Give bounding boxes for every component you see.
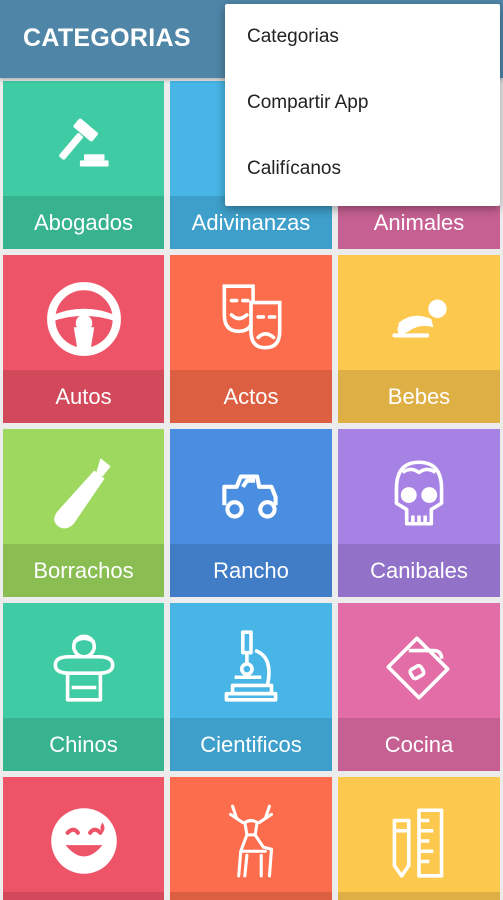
- tile-label: Cocina: [384, 731, 454, 757]
- tile-laugh[interactable]: [3, 777, 164, 900]
- tile-label: Abogados: [33, 209, 134, 235]
- skull-brain-icon: [394, 460, 444, 526]
- steering-wheel-icon: [46, 282, 121, 356]
- tile-borrachos[interactable]: Borrachos: [3, 429, 164, 597]
- tile-canibales[interactable]: Canibales: [338, 429, 500, 597]
- tile-label: Adivinanzas: [191, 209, 311, 235]
- menu-item-categorias[interactable]: Categorias: [225, 4, 500, 70]
- pencil-ruler-icon: [392, 808, 444, 878]
- bottle-icon: [53, 458, 111, 529]
- tile-label: Bebes: [387, 383, 451, 409]
- page-title: CATEGORIAS: [23, 24, 191, 52]
- tile-label: Rancho: [213, 557, 289, 583]
- laughing-face-icon: [50, 808, 117, 874]
- crawling-baby-icon: [392, 299, 447, 338]
- tile-cocina[interactable]: Cocina: [338, 603, 500, 771]
- tile-deer[interactable]: [170, 777, 332, 900]
- tile-abogados[interactable]: Abogados: [3, 81, 164, 249]
- tile-rancho[interactable]: Rancho: [170, 429, 332, 597]
- menu-item-calificanos[interactable]: Califícanos: [225, 136, 500, 202]
- overflow-menu: Categorias Compartir App Califícanos: [225, 4, 500, 206]
- microscope-icon: [224, 630, 278, 702]
- chinese-man-icon: [53, 634, 114, 702]
- tile-label: Chinos: [49, 731, 118, 757]
- menu-item-compartir-app[interactable]: Compartir App: [225, 70, 500, 136]
- deer-icon: [228, 804, 274, 878]
- gavel-icon: [58, 118, 109, 167]
- theater-masks-icon: [222, 284, 282, 350]
- tile-bebes[interactable]: Bebes: [338, 255, 500, 423]
- tractor-icon: [222, 474, 278, 519]
- tile-label: Animales: [373, 209, 465, 235]
- tile-chinos[interactable]: Chinos: [3, 603, 164, 771]
- tile-actos[interactable]: Actos: [170, 255, 332, 423]
- tile-label: Cientificos: [200, 731, 302, 757]
- tile-label: Borrachos: [33, 557, 134, 583]
- tile-label: Autos: [55, 383, 112, 409]
- tile-label: Actos: [223, 383, 279, 409]
- tile-school[interactable]: [338, 777, 500, 900]
- tile-autos[interactable]: Autos: [3, 255, 164, 423]
- tile-label: Canibales: [370, 557, 468, 583]
- tile-cientificos[interactable]: Cientificos: [170, 603, 332, 771]
- cutting-board-icon: [386, 636, 450, 700]
